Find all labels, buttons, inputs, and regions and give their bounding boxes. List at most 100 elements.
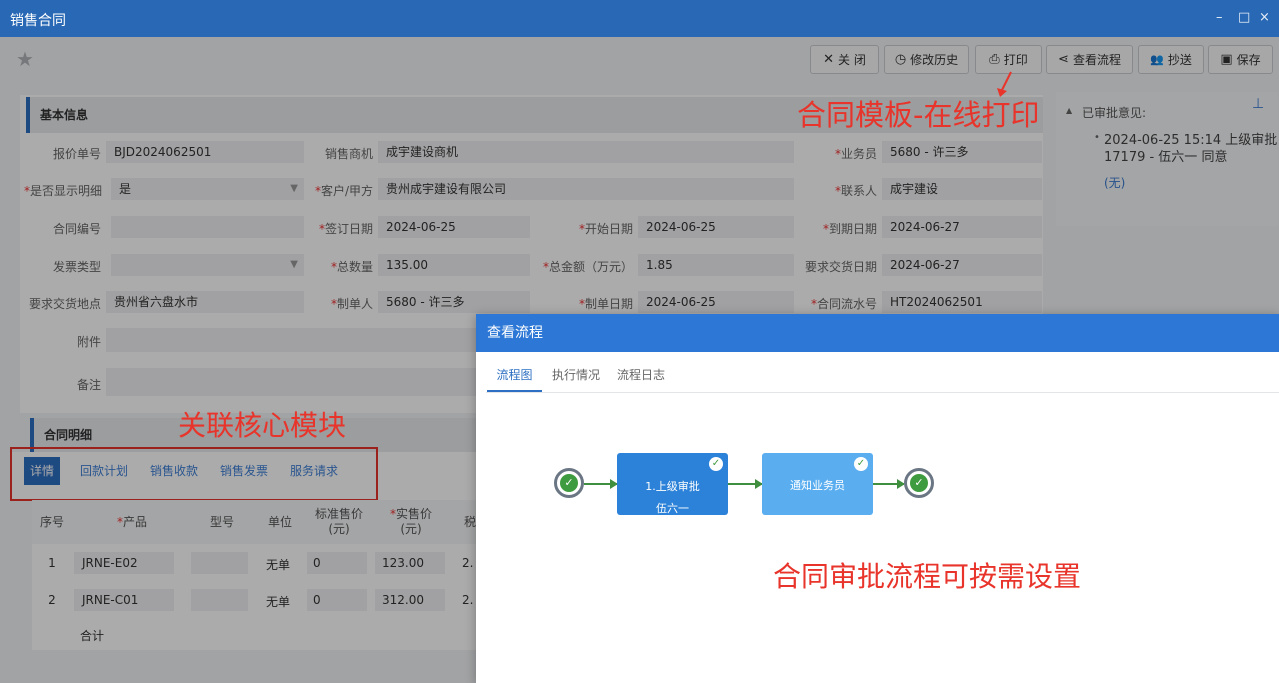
serial-field[interactable]: HT2024062501: [882, 291, 1042, 313]
tab-payment-plan[interactable]: 回款计划: [74, 457, 134, 485]
total-qty-field[interactable]: 135.00: [378, 254, 530, 276]
row2-unit: 无单: [266, 595, 291, 609]
check-icon: ✓: [910, 474, 928, 492]
approval-title: 已审批意见:: [1082, 106, 1147, 120]
customer-label: *客户/甲方: [314, 184, 373, 198]
maximize-icon[interactable]: □: [1238, 10, 1250, 25]
modal-tab-flowchart[interactable]: 流程图: [487, 366, 542, 392]
favorite-star-icon[interactable]: ★: [16, 47, 34, 71]
save-button[interactable]: ▣ 保存: [1208, 45, 1273, 74]
delivery-date-field[interactable]: 2024-06-27: [882, 254, 1042, 276]
close-window-icon[interactable]: ×: [1259, 10, 1270, 25]
dealer-field[interactable]: 成宇建设商机: [378, 141, 794, 163]
close-button-label: 关 闭: [838, 53, 866, 67]
col-model: 型号: [209, 515, 234, 529]
flow-node-notify[interactable]: 通知业务员 ✓: [762, 453, 873, 515]
cc-button-label: 抄送: [1167, 53, 1192, 67]
sign-date-label: *签订日期: [318, 222, 373, 236]
row1-std[interactable]: 0: [307, 552, 367, 574]
col-product-text: 产品: [122, 515, 147, 529]
col-unit: 单位: [267, 515, 292, 529]
annotation-arrow: [997, 71, 1012, 97]
row1-no: 1: [48, 556, 56, 570]
check-icon: ✓: [854, 457, 868, 471]
customer-field[interactable]: 贵州成宇建设有限公司: [378, 178, 794, 200]
row1-price[interactable]: 123.00: [375, 552, 445, 574]
remark-label: 备注: [76, 378, 101, 392]
delivery-place-field[interactable]: 贵州省六盘水市: [106, 291, 304, 313]
col-no: 序号: [39, 515, 64, 529]
total-qty-label: *总数量: [330, 260, 373, 274]
start-date-field[interactable]: 2024-06-25: [638, 216, 794, 238]
salesman-label-text: 业务员: [840, 147, 877, 161]
close-button[interactable]: ✕ 关 闭: [810, 45, 879, 74]
sign-date-field[interactable]: 2024-06-25: [378, 216, 530, 238]
invoice-type-select[interactable]: ▼: [111, 254, 304, 276]
window-titlebar: 销售合同 – □ ×: [0, 0, 1279, 37]
invoice-type-label: 发票类型: [52, 260, 101, 274]
modal-tab-log[interactable]: 流程日志: [617, 366, 665, 392]
col-std-price: 标准售价 (元): [314, 507, 363, 536]
total-amount-field[interactable]: 1.85: [638, 254, 794, 276]
flow-arrow-2: [728, 479, 763, 489]
modal-title: 查看流程: [476, 314, 1279, 352]
view-flow-modal: 查看流程 流程图 执行情况 流程日志 ✓ 1.上级审批 伍六一 ✓ 通知业务员 …: [476, 314, 1279, 683]
quote-no-label: 报价单号: [52, 147, 101, 161]
minimize-icon[interactable]: –: [1216, 10, 1223, 25]
show-detail-select[interactable]: 是 ▼: [111, 178, 304, 200]
creator-field[interactable]: 5680 - 许三多: [378, 291, 530, 313]
creator-label-text: 制单人: [336, 297, 373, 311]
create-date-label-text: 制单日期: [584, 297, 633, 311]
view-flow-button[interactable]: ⋖ 查看流程: [1046, 45, 1133, 74]
history-button[interactable]: ◷ 修改历史: [884, 45, 969, 74]
row1-product[interactable]: JRNE-E02: [74, 552, 174, 574]
quote-no-field[interactable]: BJD2024062501: [106, 141, 304, 163]
create-date-field[interactable]: 2024-06-25: [638, 291, 794, 313]
window-title: 销售合同: [10, 13, 66, 29]
row2-price[interactable]: 312.00: [375, 589, 445, 611]
approval-item: 2024-06-25 15:14 上级审批 17179 - 伍六一 同意: [1104, 133, 1278, 165]
tab-details[interactable]: 详情: [24, 457, 61, 485]
total-amount-label: *总金额（万元）: [542, 260, 633, 274]
approval-none: (无): [1104, 176, 1126, 190]
end-date-field[interactable]: 2024-06-27: [882, 216, 1042, 238]
total-qty-label-text: 总数量: [336, 260, 373, 274]
clock-icon: ◷: [894, 52, 907, 67]
row2-model[interactable]: [191, 589, 248, 611]
col-price-text: 实售价 (元): [395, 507, 432, 536]
annotation-flow: 合同审批流程可按需设置: [773, 560, 1082, 593]
contract-no-field[interactable]: [111, 216, 304, 238]
dropdown-arrow-icon: ▼: [290, 183, 298, 194]
flow-node-supervisor[interactable]: 1.上级审批 伍六一 ✓: [617, 453, 728, 515]
salesman-field[interactable]: 5680 - 许三多: [882, 141, 1042, 163]
collapse-triangle-icon[interactable]: ▲: [1066, 106, 1072, 115]
sign-date-label-text: 签订日期: [324, 222, 373, 236]
contact-field[interactable]: 成宇建设: [882, 178, 1042, 200]
print-button-label: 打印: [1003, 53, 1028, 67]
delivery-place-label: 要求交货地点: [28, 297, 101, 311]
show-detail-label: *是否显示明细: [24, 184, 103, 198]
modal-tab-divider: [486, 392, 1279, 393]
modal-tab-execution[interactable]: 执行情况: [552, 366, 600, 392]
pin-icon[interactable]: ⊥: [1252, 96, 1264, 112]
row2-no: 2: [48, 593, 56, 607]
flow-arrow-1: [584, 479, 618, 489]
end-date-label: *到期日期: [822, 222, 877, 236]
col-price: *实售价 (元): [389, 507, 432, 536]
flow-node-notify-title: 通知业务员: [790, 479, 845, 492]
tab-sales-invoice[interactable]: 销售发票: [214, 457, 274, 485]
row2-std[interactable]: 0: [307, 589, 367, 611]
tab-service-request[interactable]: 服务请求: [284, 457, 344, 485]
row1-model[interactable]: [191, 552, 248, 574]
share-icon: ⋖: [1058, 52, 1069, 67]
row2-product[interactable]: JRNE-C01: [74, 589, 174, 611]
annotation-modules: 关联核心模块: [178, 409, 347, 442]
tab-sales-receipt[interactable]: 销售收款: [144, 457, 204, 485]
flow-start-node: ✓: [554, 468, 584, 498]
view-flow-button-label: 查看流程: [1072, 53, 1121, 67]
cc-button[interactable]: 👥 抄送: [1138, 45, 1204, 74]
delivery-date-label: 要求交货日期: [804, 260, 877, 274]
grid-total-label: 合计: [80, 629, 105, 643]
printer-icon: ⎙: [989, 52, 1000, 67]
users-icon: 👥: [1150, 53, 1164, 66]
